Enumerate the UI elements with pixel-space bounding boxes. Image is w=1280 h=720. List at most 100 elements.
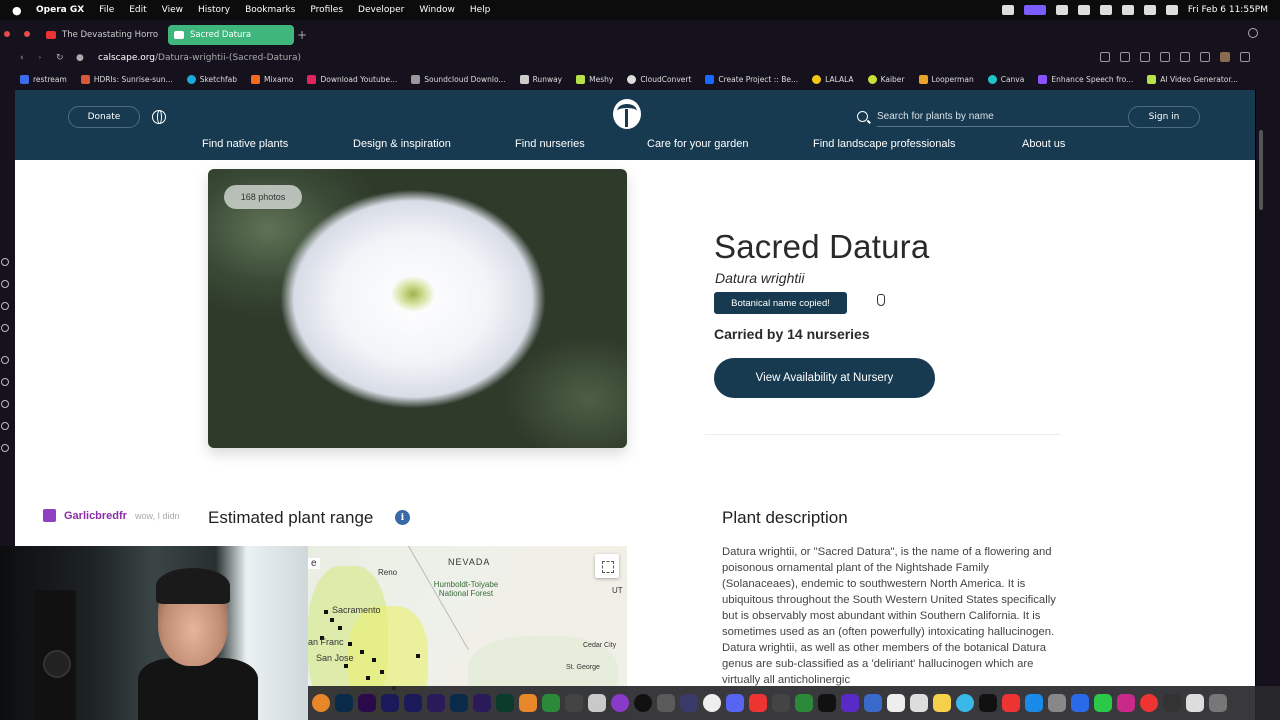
app-icon[interactable]: [680, 694, 698, 712]
plant-search-input[interactable]: [877, 107, 1129, 127]
tab-devastating-horror[interactable]: The Devastating Horro: [40, 25, 160, 45]
app-icon[interactable]: [1186, 694, 1204, 712]
nav-find-nurseries[interactable]: Find nurseries: [515, 138, 585, 150]
eye-icon[interactable]: [1055, 5, 1068, 15]
nav-about-us[interactable]: About us: [1022, 138, 1065, 150]
info-icon[interactable]: i: [395, 510, 410, 525]
tab-audio-icon[interactable]: [24, 31, 30, 37]
reload-icon[interactable]: ↻: [56, 53, 66, 63]
finder-icon[interactable]: [1071, 694, 1089, 712]
bookmark-lalala[interactable]: LALALA: [812, 74, 854, 84]
messages-icon[interactable]: [1094, 694, 1112, 712]
send-icon[interactable]: [1180, 52, 1190, 62]
url-field[interactable]: calscape.org/Datura-wrightii-(Sacred-Dat…: [98, 53, 301, 63]
app-icon[interactable]: [588, 694, 606, 712]
app-icon[interactable]: [1117, 694, 1135, 712]
menu-profiles[interactable]: Profiles: [310, 5, 343, 15]
menu-help[interactable]: Help: [470, 5, 491, 15]
after-effects-icon[interactable]: [381, 694, 399, 712]
nav-care-for-garden[interactable]: Care for your garden: [647, 138, 749, 150]
menu-edit[interactable]: Edit: [129, 5, 146, 15]
map-control[interactable]: e: [308, 558, 320, 569]
wifi-icon[interactable]: [1099, 5, 1112, 15]
app-icon[interactable]: [864, 694, 882, 712]
plant-photo[interactable]: 168 photos: [208, 169, 627, 448]
scrollbar[interactable]: [1259, 130, 1263, 210]
character-animator-icon[interactable]: [473, 694, 491, 712]
photoshop-icon[interactable]: [335, 694, 353, 712]
apple-tv-icon[interactable]: [979, 694, 997, 712]
app-icon[interactable]: [611, 694, 629, 712]
app-icon[interactable]: [749, 694, 767, 712]
donate-button[interactable]: Donate: [68, 106, 140, 128]
menu-developer[interactable]: Developer: [358, 5, 404, 15]
notes-icon[interactable]: [933, 694, 951, 712]
play-icon[interactable]: [1077, 5, 1090, 15]
sidebar-icon[interactable]: [1, 400, 9, 408]
fullscreen-icon[interactable]: [595, 554, 619, 578]
bookmark-restream[interactable]: restream: [20, 74, 67, 84]
app-icon[interactable]: [818, 694, 836, 712]
bookmark-download-youtube[interactable]: Download Youtube...: [307, 74, 397, 84]
tab-sacred-datura[interactable]: Sacred Datura: [168, 25, 294, 45]
calscape-logo[interactable]: [613, 99, 641, 129]
app-store-icon[interactable]: [1025, 694, 1043, 712]
sidebar-icon[interactable]: [1, 422, 9, 430]
menu-file[interactable]: File: [99, 5, 114, 15]
avatar[interactable]: [1220, 52, 1230, 62]
app-icon[interactable]: [657, 694, 675, 712]
close-window-icon[interactable]: [4, 31, 10, 37]
settings-icon[interactable]: [1048, 694, 1066, 712]
app-icon[interactable]: [1002, 694, 1020, 712]
photos-count-badge[interactable]: 168 photos: [224, 185, 302, 209]
bookmark-sketchfab[interactable]: Sketchfab: [186, 74, 237, 84]
botanical-name[interactable]: Datura wrightii: [715, 270, 804, 286]
media-encoder-icon[interactable]: [427, 694, 445, 712]
menu-view[interactable]: View: [162, 5, 183, 15]
menu-bookmarks[interactable]: Bookmarks: [245, 5, 295, 15]
pin-icon[interactable]: [1120, 52, 1130, 62]
discord-icon[interactable]: [726, 694, 744, 712]
sidebar-toggle-icon[interactable]: [1100, 52, 1110, 62]
nav-design-inspiration[interactable]: Design & inspiration: [353, 138, 451, 150]
app-icon[interactable]: [565, 694, 583, 712]
control-center-icon[interactable]: [1165, 5, 1178, 15]
app-icon[interactable]: [634, 694, 652, 712]
screenshot-icon[interactable]: [1140, 52, 1150, 62]
shield-icon[interactable]: [1160, 52, 1170, 62]
search-spotlight-icon[interactable]: [1143, 5, 1156, 15]
app-icon[interactable]: [956, 694, 974, 712]
screen-record-icon[interactable]: [1023, 5, 1046, 15]
menu-history[interactable]: History: [198, 5, 230, 15]
sidebar-icon[interactable]: [1, 444, 9, 452]
menu-window[interactable]: Window: [419, 5, 455, 15]
bookmark-behance[interactable]: Create Project :: Be...: [705, 74, 798, 84]
sidebar-icon[interactable]: [1, 258, 9, 266]
blender-icon[interactable]: [312, 694, 330, 712]
battery-icon[interactable]: [1121, 5, 1134, 15]
new-tab-icon[interactable]: +: [297, 28, 307, 42]
view-availability-button[interactable]: View Availability at Nursery: [714, 358, 935, 398]
bookmark-runway[interactable]: Runway: [519, 74, 562, 84]
bookmark-cloudconvert[interactable]: CloudConvert: [627, 74, 691, 84]
sidebar-icon[interactable]: [1, 356, 9, 364]
cloud-icon[interactable]: [1001, 5, 1014, 15]
bookmark-looperman[interactable]: Looperman: [918, 74, 974, 84]
premiere-icon[interactable]: [358, 694, 376, 712]
clock[interactable]: Fri Feb 6 11:55PM: [1188, 5, 1268, 15]
app-icon[interactable]: [841, 694, 859, 712]
app-icon[interactable]: [772, 694, 790, 712]
bookmark-kaiber[interactable]: Kaiber: [867, 74, 905, 84]
bookmark-meshy[interactable]: Meshy: [576, 74, 613, 84]
dimension-icon[interactable]: [496, 694, 514, 712]
bookmark-soundcloud[interactable]: Soundcloud Downlo...: [411, 74, 506, 84]
bookmark-hdris[interactable]: HDRIs: Sunrise-sun...: [80, 74, 173, 84]
trash-icon[interactable]: [1209, 694, 1227, 712]
bookmark-canva[interactable]: Canva: [987, 74, 1024, 84]
back-icon[interactable]: ‹: [20, 53, 30, 63]
chrome-icon[interactable]: [703, 694, 721, 712]
sidebar-icon[interactable]: [1, 280, 9, 288]
opera-icon[interactable]: [1140, 694, 1158, 712]
app-icon[interactable]: [1163, 694, 1181, 712]
app-icon[interactable]: [910, 694, 928, 712]
